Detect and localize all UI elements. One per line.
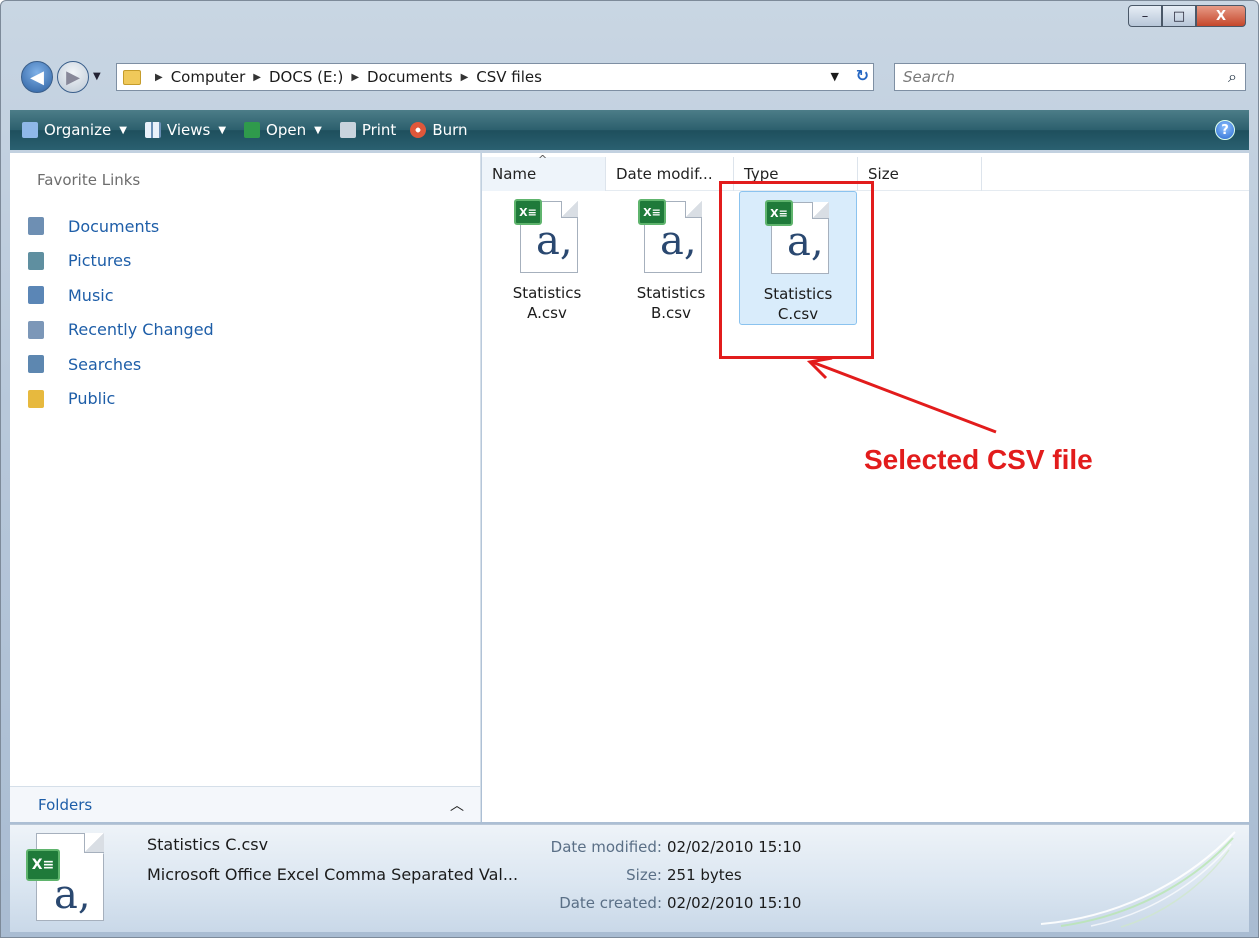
- caption-buttons: – □ X: [1128, 5, 1246, 27]
- sidebar-item-pictures[interactable]: Pictures: [10, 244, 480, 279]
- annotation-callout: Selected CSV file: [864, 444, 1093, 475]
- sidebar-item-recently-changed[interactable]: Recently Changed: [10, 313, 480, 348]
- breadcrumb-docs-drive[interactable]: DOCS (E:): [269, 68, 343, 86]
- file-label: Statistics A.csv: [512, 284, 582, 322]
- maximize-button[interactable]: □: [1162, 5, 1196, 27]
- search-input[interactable]: Search ⌕: [894, 63, 1246, 91]
- sidebar-item-searches[interactable]: Searches: [10, 347, 480, 382]
- folders-toggle[interactable]: Folders ︿: [10, 786, 480, 822]
- selection-highlight-box: [719, 181, 874, 359]
- column-header-date-modified[interactable]: Date modif...: [606, 157, 734, 191]
- details-file-type: Microsoft Office Excel Comma Separated V…: [147, 865, 519, 884]
- column-header-size[interactable]: Size: [858, 157, 982, 191]
- help-icon[interactable]: ?: [1215, 120, 1235, 140]
- chevron-up-icon[interactable]: ︿: [450, 795, 464, 815]
- file-label: Statistics B.csv: [636, 284, 706, 322]
- burn-button[interactable]: Burn: [410, 121, 468, 139]
- file-item[interactable]: X≡ a, Statistics B.csv: [612, 191, 730, 325]
- breadcrumb-csv-files[interactable]: CSV files: [476, 68, 542, 86]
- breadcrumb-documents[interactable]: Documents: [367, 68, 453, 86]
- details-file-name: Statistics C.csv: [147, 835, 269, 854]
- search-placeholder: Search: [903, 68, 955, 86]
- chevron-down-icon: ▼: [218, 124, 227, 136]
- column-header-name[interactable]: ^ Name: [482, 153, 606, 191]
- size-label: Size:: [626, 866, 662, 884]
- excel-icon: [244, 122, 261, 138]
- date-modified-value: 02/02/2010 15:10: [667, 838, 802, 856]
- column-date-label: Date modif...: [616, 165, 713, 183]
- sidebar-item-documents[interactable]: Documents: [10, 209, 480, 244]
- sidebar-item-label: Searches: [68, 354, 142, 374]
- music-icon: [28, 286, 44, 305]
- chevron-down-icon: ▼: [119, 124, 127, 136]
- chevron-down-icon: ▼: [314, 124, 322, 136]
- breadcrumb-separator-icon[interactable]: ▶: [351, 72, 359, 83]
- file-item[interactable]: X≡ a, Statistics A.csv: [488, 191, 606, 325]
- address-bar[interactable]: ▶ Computer ▶ DOCS (E:) ▶ Documents ▶ CSV…: [116, 63, 874, 91]
- open-button[interactable]: Open ▼: [244, 121, 322, 139]
- sidebar-item-label: Music: [68, 285, 114, 305]
- close-button[interactable]: X: [1196, 5, 1246, 27]
- favorite-links-list: Documents Pictures Music Recently Change…: [10, 209, 480, 416]
- documents-icon: [28, 217, 44, 236]
- breadcrumb-separator-icon[interactable]: ▶: [461, 72, 469, 83]
- views-icon: [144, 122, 161, 138]
- folders-label: Folders: [38, 795, 93, 814]
- details-pane: X≡ a, Statistics C.csv Microsoft Office …: [10, 824, 1249, 932]
- pictures-icon: [28, 251, 44, 270]
- sidebar-item-label: Recently Changed: [68, 320, 214, 340]
- printer-icon: [339, 122, 356, 138]
- sidebar-item-music[interactable]: Music: [10, 278, 480, 313]
- searches-icon: [28, 355, 44, 374]
- csv-file-icon: X≡ a,: [514, 199, 580, 275]
- organize-label: Organize: [44, 121, 112, 139]
- date-modified-label: Date modified:: [550, 838, 662, 856]
- navigation-pane: Favorite Links Documents Pictures Music …: [10, 153, 481, 822]
- sidebar-item-label: Public: [68, 389, 116, 409]
- column-name-label: Name: [492, 165, 537, 183]
- navigation-row: ◀ ▶ ▼ ▶ Computer ▶ DOCS (E:) ▶ Documents…: [21, 61, 1246, 93]
- views-button[interactable]: Views ▼: [144, 121, 227, 139]
- size-value: 251 bytes: [667, 866, 742, 884]
- breadcrumb-separator-icon[interactable]: ▶: [155, 72, 163, 83]
- organize-icon: [22, 122, 38, 138]
- address-dropdown-icon[interactable]: ▼: [831, 70, 839, 83]
- burn-label: Burn: [432, 121, 468, 139]
- sidebar-item-public[interactable]: Public: [10, 382, 480, 417]
- sort-ascending-icon: ^: [538, 153, 548, 166]
- sidebar-item-label: Documents: [68, 216, 160, 236]
- forward-arrow-icon[interactable]: ▶: [57, 61, 89, 93]
- command-bar: Organize ▼ Views ▼ Open ▼ Print Burn ?: [10, 110, 1249, 150]
- refresh-icon[interactable]: ↻: [856, 66, 869, 85]
- open-label: Open: [266, 121, 307, 139]
- breadcrumb-computer[interactable]: Computer: [171, 68, 246, 86]
- sidebar-item-label: Pictures: [68, 251, 132, 271]
- recent-pages-dropdown-icon[interactable]: ▼: [93, 71, 101, 82]
- breadcrumb-separator-icon[interactable]: ▶: [253, 72, 261, 83]
- favorite-links-header: Favorite Links: [37, 171, 141, 189]
- print-label: Print: [361, 121, 397, 139]
- recent-icon: [28, 320, 44, 339]
- back-arrow-icon[interactable]: ◀: [21, 61, 53, 93]
- folder-icon: [123, 69, 141, 85]
- date-created-value: 02/02/2010 15:10: [667, 894, 802, 912]
- date-created-label: Date created:: [559, 894, 662, 912]
- title-bar[interactable]: – □ X: [1, 1, 1258, 57]
- organize-button[interactable]: Organize ▼: [22, 121, 127, 139]
- print-button[interactable]: Print: [339, 121, 397, 139]
- breadcrumb: ▶ Computer ▶ DOCS (E:) ▶ Documents ▶ CSV…: [147, 68, 542, 86]
- csv-file-icon: X≡ a,: [26, 831, 116, 927]
- views-label: Views: [166, 121, 211, 139]
- search-icon[interactable]: ⌕: [1228, 67, 1237, 87]
- minimize-button[interactable]: –: [1128, 5, 1162, 27]
- burn-icon: [410, 122, 427, 138]
- csv-file-icon: X≡ a,: [638, 199, 704, 275]
- folder-icon: [28, 389, 44, 408]
- decorative-swoosh: [1040, 831, 1236, 928]
